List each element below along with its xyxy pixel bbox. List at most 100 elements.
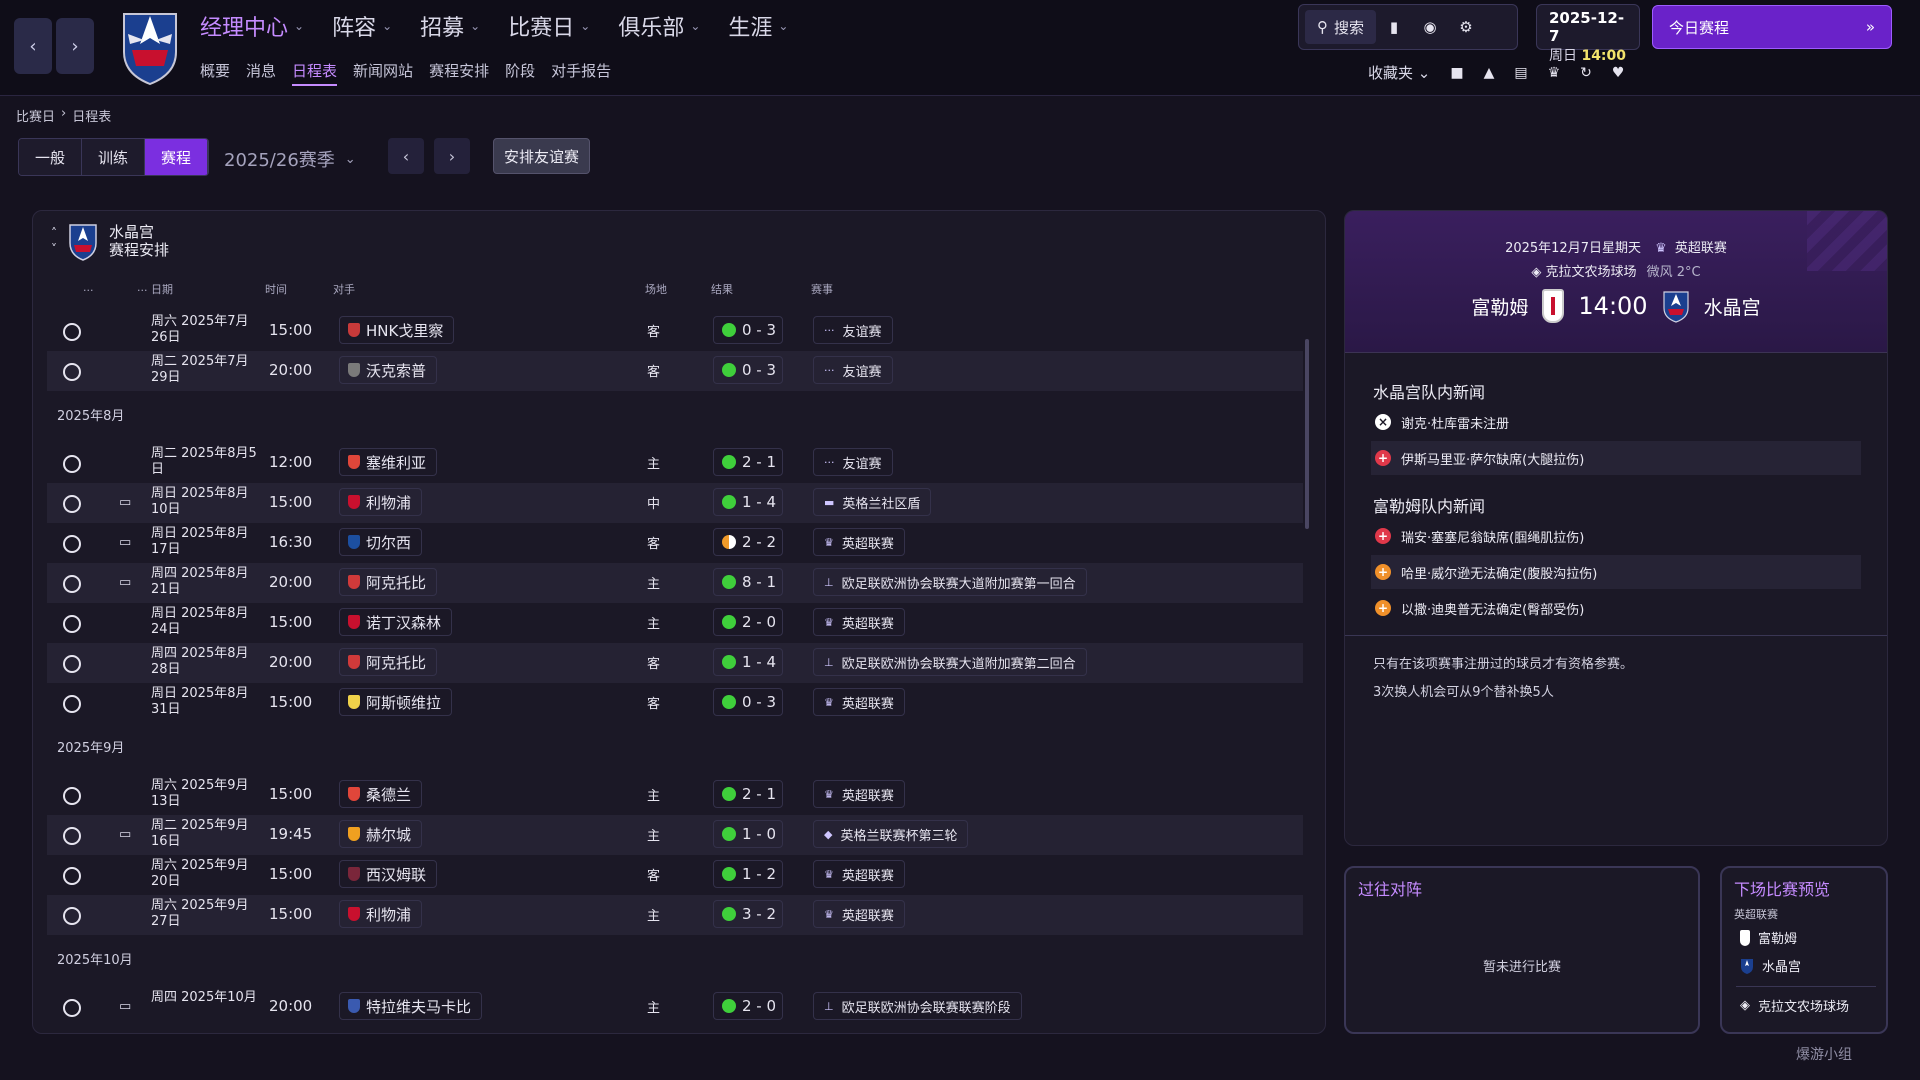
main-menu-item[interactable]: 比赛日 ⌄ [508,10,590,42]
today-fixtures-button[interactable]: 今日赛程 » [1652,5,1892,49]
sub-menu-item[interactable]: 概要 [200,60,230,86]
head-to-head-panel[interactable]: 过往对阵 暂未进行比赛 [1344,866,1700,1034]
select-radio[interactable] [63,455,81,473]
column-header[interactable]: 时间 [265,281,287,297]
select-radio[interactable] [63,867,81,885]
news-item[interactable]: + 哈里·威尔逊无法确定(腹股沟拉伤) [1371,555,1861,589]
news-item[interactable]: + 以撒·迪奥普无法确定(臀部受伤) [1371,591,1861,625]
next-match-banner[interactable]: 2025年12月7日星期天 ♛ 英超联赛 ◈ 克拉文农场球场 微风 2°C 富勒… [1345,211,1887,353]
column-header[interactable]: 赛事 [811,281,833,297]
competition-chip[interactable]: ⊥ 欧足联欧洲协会联赛大道附加赛第二回合 [813,648,1087,676]
collapse-toggle[interactable]: ˄ ˅ [51,225,57,257]
opponent-chip[interactable]: 西汉姆联 [339,860,438,888]
select-radio[interactable] [63,495,81,513]
opponent-chip[interactable]: 阿斯顿维拉 [339,688,453,716]
result-chip[interactable]: 0 - 3 [713,688,783,716]
breadcrumb-matchday[interactable]: 比赛日 [16,106,55,125]
opponent-chip[interactable]: HNK戈里察 [339,316,455,344]
competition-chip[interactable]: ··· 友谊赛 [813,448,893,476]
result-chip[interactable]: 0 - 3 [713,356,783,384]
forward-button[interactable]: › [56,18,94,74]
table-row[interactable]: 周四 2025年8月28日 20:00 阿克托比 客 1 - 4 ⊥ 欧足联欧洲协会联赛大道… [47,643,1303,683]
select-radio[interactable] [63,695,81,713]
chat-icon[interactable]: ■ [1450,65,1463,81]
competition-chip[interactable]: ⊥ 欧足联欧洲协会联赛大道附加赛第一回合 [813,568,1087,596]
competition-chip[interactable]: ♛ 英超联赛 [813,860,905,888]
table-row[interactable]: ▭ 周日 2025年8月17日 16:30 切尔西 客 2 - 2 ♛ 英超联赛 [47,523,1303,563]
column-header[interactable]: 对手 [333,281,355,297]
select-radio[interactable] [63,535,81,553]
season-select[interactable]: 2025/26赛季 ⌄ [224,146,356,172]
column-header[interactable]: 结果 [711,281,733,297]
refresh-icon[interactable]: ↻ [1580,65,1592,81]
opponent-chip[interactable]: 切尔西 [339,528,423,556]
opponent-chip[interactable]: 利物浦 [339,488,423,516]
table-row[interactable]: 周二 2025年7月29日 20:00 沃克索普 客 0 - 3 ··· 友谊赛 [47,351,1303,391]
result-chip[interactable]: 3 - 2 [713,900,783,928]
sub-menu-item[interactable]: 消息 [246,60,276,86]
opponent-chip[interactable]: 阿克托比 [339,648,438,676]
competition-chip[interactable]: ⊥ 欧足联欧洲协会联赛联赛阶段 [813,992,1022,1020]
previous-season-button[interactable]: ‹ [388,138,424,174]
news-item[interactable]: × 谢克·杜库雷未注册 [1371,405,1861,439]
table-row[interactable]: 周日 2025年8月31日 15:00 阿斯顿维拉 客 0 - 3 ♛ 英超联赛 [47,683,1303,723]
select-radio[interactable] [63,615,81,633]
opponent-chip[interactable]: 利物浦 [339,900,423,928]
opponent-chip[interactable]: 沃克索普 [339,356,438,384]
club-crest-icon[interactable] [118,4,182,86]
result-chip[interactable]: 1 - 4 [713,648,783,676]
select-radio[interactable] [63,827,81,845]
opponent-chip[interactable]: 诺丁汉森林 [339,608,453,636]
competition-chip[interactable]: ▬ 英格兰社区盾 [813,488,932,516]
view-tab[interactable]: 赛程 [145,139,209,175]
competition-chip[interactable]: ♛ 英超联赛 [813,780,905,808]
select-radio[interactable] [63,323,81,341]
shirt-icon[interactable]: ▲ [1484,65,1495,81]
trophy-icon[interactable]: ♥ [1612,65,1625,81]
column-header[interactable]: 日期 [151,281,173,297]
select-radio[interactable] [63,999,81,1017]
table-row[interactable]: 周六 2025年9月13日 15:00 桑德兰 主 2 - 1 ♛ 英超联赛 [47,775,1303,815]
sub-menu-item[interactable]: 阶段 [505,60,535,86]
table-row[interactable]: 周六 2025年9月27日 15:00 利物浦 主 3 - 2 ♛ 英超联赛 [47,895,1303,935]
sub-menu-item[interactable]: 对手报告 [551,60,611,86]
competition-chip[interactable]: ··· 友谊赛 [813,316,893,344]
result-chip[interactable]: 0 - 3 [713,316,783,344]
column-header[interactable]: 场地 [645,281,667,297]
opponent-chip[interactable]: 塞维利亚 [339,448,438,476]
opponent-chip[interactable]: 特拉维夫马卡比 [339,992,483,1020]
column-header[interactable]: ... [83,281,94,294]
competition-chip[interactable]: ♛ 英超联赛 [813,688,905,716]
globe-icon[interactable]: ◉ [1412,10,1448,44]
result-chip[interactable]: 1 - 2 [713,860,783,888]
fixtures-scrollbar[interactable] [1305,339,1309,529]
competition-chip[interactable]: ··· 友谊赛 [813,356,893,384]
game-date[interactable]: 2025-12-7 周日 14:00 [1536,4,1640,64]
result-chip[interactable]: 1 - 0 [713,820,783,848]
main-menu-item[interactable]: 阵容 ⌄ [332,10,392,42]
news-item[interactable]: + 瑞安·塞塞尼翁缺席(腘绳肌拉伤) [1371,519,1861,553]
arrange-friendly-button[interactable]: 安排友谊赛 [493,138,591,174]
main-menu-item[interactable]: 生涯 ⌄ [728,10,788,42]
table-row[interactable]: ▭ 周四 2025年10月 20:00 特拉维夫马卡比 主 2 - 0 ⊥ 欧足联欧洲协会联赛… [47,987,1303,1027]
select-radio[interactable] [63,363,81,381]
table-row[interactable]: ▭ 周二 2025年9月16日 19:45 赫尔城 主 1 - 0 ◆ 英格兰联赛杯第三轮 [47,815,1303,855]
result-chip[interactable]: 2 - 0 [713,992,783,1020]
select-radio[interactable] [63,575,81,593]
notebook-icon[interactable]: ▤ [1514,65,1527,81]
main-menu-item[interactable]: 俱乐部 ⌄ [618,10,700,42]
table-row[interactable]: 周二 2025年8月5日 12:00 塞维利亚 主 2 - 1 ··· 友谊赛 [47,443,1303,483]
table-row[interactable]: 周六 2025年9月20日 15:00 西汉姆联 客 1 - 2 ♛ 英超联赛 [47,855,1303,895]
bookmark-icon[interactable]: ▮ [1376,10,1412,44]
result-chip[interactable]: 2 - 2 [713,528,783,556]
competition-chip[interactable]: ♛ 英超联赛 [813,608,905,636]
column-header[interactable]: ... [137,281,148,294]
search-button[interactable]: ⚲ 搜索 [1305,10,1377,44]
table-row[interactable]: 周六 2025年7月26日 15:00 HNK戈里察 客 0 - 3 ··· 友谊赛 [47,311,1303,351]
home-team[interactable]: 富勒姆 [1471,293,1528,320]
competition-chip[interactable]: ◆ 英格兰联赛杯第三轮 [813,820,969,848]
away-team[interactable]: 水晶宫 [1704,293,1761,320]
bookmarks-dropdown[interactable]: 收藏夹 ⌄ [1368,62,1430,83]
main-menu-item[interactable]: 招募 ⌄ [420,10,480,42]
competition-chip[interactable]: ♛ 英超联赛 [813,900,905,928]
